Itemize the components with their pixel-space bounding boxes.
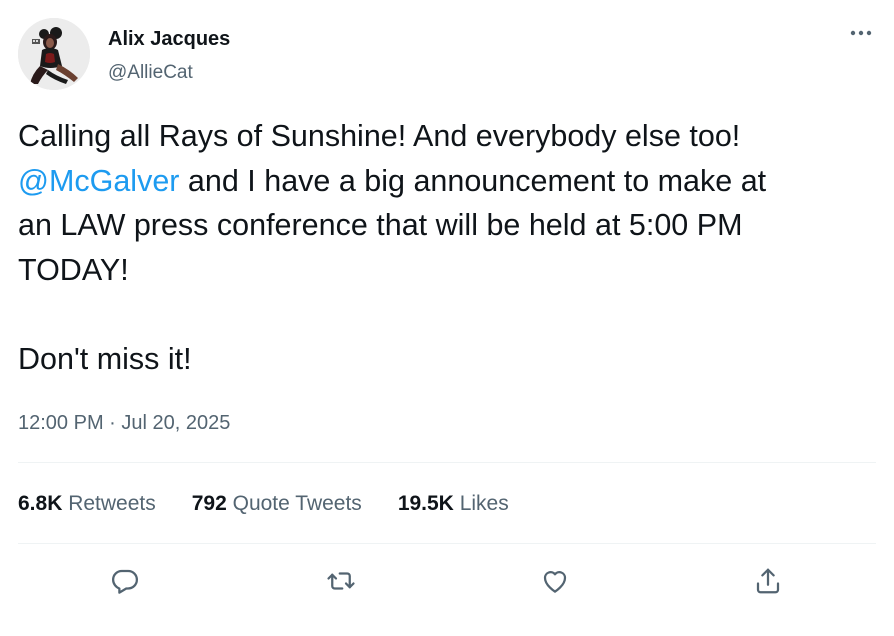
- heart-icon: [543, 571, 567, 593]
- tweet-line: Calling all Rays of Sunshine! And everyb…: [18, 119, 741, 153]
- author-name[interactable]: Alix Jacques: [108, 26, 230, 52]
- tweet-line-text: and I have a big announcement to make at: [179, 163, 767, 198]
- tweet-line-break: [18, 292, 878, 337]
- share-button[interactable]: [748, 561, 788, 601]
- retweets-stat[interactable]: 6.8K Retweets: [18, 490, 156, 518]
- avatar[interactable]: [18, 18, 90, 90]
- reply-button[interactable]: [105, 561, 145, 601]
- tweet-timestamp: 12:00 PM · Jul 20, 2025: [18, 410, 230, 436]
- likes-count: 19.5K: [397, 492, 454, 515]
- author-handle[interactable]: @AllieCat: [108, 60, 193, 86]
- tweet-line: Don't miss it!: [18, 341, 192, 376]
- reply-bubble-icon: [112, 569, 138, 594]
- divider: [18, 462, 876, 463]
- more-horizontal-icon: [850, 30, 872, 36]
- retweet-arrows-icon: [327, 572, 355, 590]
- timestamp-date[interactable]: Jul 20, 2025: [121, 412, 230, 434]
- tweet-line: @McGalver and I have a big announcement …: [18, 159, 878, 204]
- tweet-line: TODAY!: [18, 252, 129, 287]
- mention-link[interactable]: @McGalver: [18, 164, 179, 198]
- engagement-stats: 6.8K Retweets 792 Quote Tweets 19.5K Lik…: [18, 490, 545, 518]
- timestamp-separator: ·: [103, 412, 122, 434]
- quote-tweets-label: Quote Tweets: [226, 492, 362, 515]
- quote-tweets-stat[interactable]: 792 Quote Tweets: [192, 490, 362, 518]
- quote-tweets-count: 792: [191, 492, 227, 515]
- retweets-count: 6.8K: [18, 492, 63, 515]
- tweet-card: Alix Jacques @AllieCat Calling all Rays …: [0, 0, 894, 636]
- likes-stat[interactable]: 19.5K Likes: [398, 490, 509, 518]
- more-options-button[interactable]: [846, 20, 876, 46]
- tweet-text: Calling all Rays of Sunshine! And everyb…: [18, 114, 878, 381]
- divider: [18, 543, 876, 544]
- retweet-button[interactable]: [321, 561, 361, 601]
- avatar-image: [18, 18, 90, 90]
- action-bar: [0, 561, 894, 601]
- like-button[interactable]: [535, 561, 575, 601]
- share-upload-icon: [756, 568, 780, 594]
- tweet-line: an LAW press conference that will be hel…: [18, 208, 743, 242]
- timestamp-time[interactable]: 12:00 PM: [18, 412, 104, 434]
- retweets-label: Retweets: [62, 492, 156, 515]
- likes-label: Likes: [453, 492, 509, 515]
